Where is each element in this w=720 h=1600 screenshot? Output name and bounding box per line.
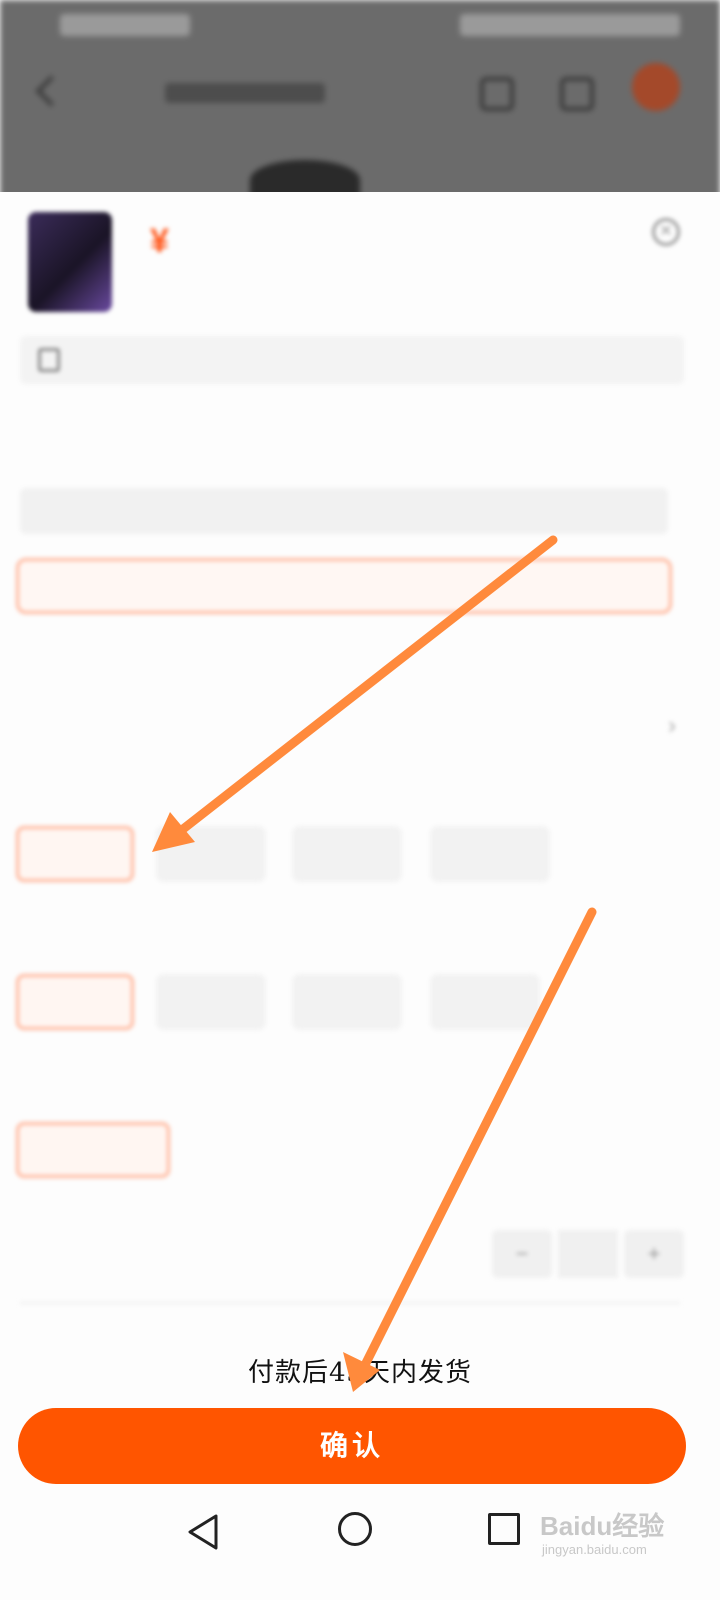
- product-thumbnail: [28, 212, 112, 312]
- chevron-right-icon[interactable]: ›: [668, 712, 676, 740]
- system-nav-bar: Baidu经验 jingyan.baidu.com: [0, 1490, 720, 1600]
- divider: [20, 1302, 680, 1304]
- option-group-1-item-2[interactable]: [156, 826, 266, 882]
- option-group-1-item-1[interactable]: [16, 826, 134, 882]
- price: ¥: [150, 222, 233, 260]
- option-group-2-item-2[interactable]: [156, 974, 266, 1030]
- background-page: [0, 0, 720, 200]
- option-group-2-item-4[interactable]: [430, 974, 540, 1030]
- model-current[interactable]: [20, 488, 668, 534]
- quantity-value[interactable]: [558, 1230, 618, 1278]
- watermark-logo: Baidu经验: [540, 1511, 665, 1541]
- watermark-url: jingyan.baidu.com: [542, 1542, 647, 1557]
- cart-icon: [560, 77, 594, 111]
- status-bar: [0, 0, 720, 50]
- spec-bottom-sheet: ¥ ✕ › − + 付款后43天内发货 确认: [0, 192, 720, 1600]
- option-group-3-item-1[interactable]: [16, 1122, 170, 1178]
- nav-recent-icon[interactable]: [488, 1513, 520, 1545]
- status-right-icons: [460, 14, 680, 36]
- confirm-button[interactable]: 确认: [18, 1408, 686, 1484]
- document-icon: [38, 348, 60, 372]
- background-title: [165, 83, 325, 103]
- quantity-stepper: − +: [492, 1230, 684, 1278]
- avatar: [632, 63, 680, 111]
- delivery-text: 付款后43天内发货: [247, 1358, 473, 1388]
- decrement-button[interactable]: −: [492, 1230, 552, 1278]
- share-icon: [480, 77, 514, 111]
- background-nav: [0, 55, 720, 135]
- nav-back-icon[interactable]: [186, 1512, 220, 1552]
- info-row[interactable]: [20, 336, 684, 384]
- model-selected[interactable]: [16, 558, 672, 614]
- back-arrow-icon: [35, 75, 67, 107]
- increment-button[interactable]: +: [624, 1230, 684, 1278]
- option-group-1-item-3[interactable]: [292, 826, 402, 882]
- option-group-2-item-3[interactable]: [292, 974, 402, 1030]
- close-icon[interactable]: ✕: [652, 218, 680, 246]
- option-group-1-item-4[interactable]: [430, 826, 550, 882]
- nav-home-icon[interactable]: [338, 1512, 372, 1546]
- option-group-2-item-1[interactable]: [16, 974, 134, 1030]
- status-left-icons: [60, 14, 190, 36]
